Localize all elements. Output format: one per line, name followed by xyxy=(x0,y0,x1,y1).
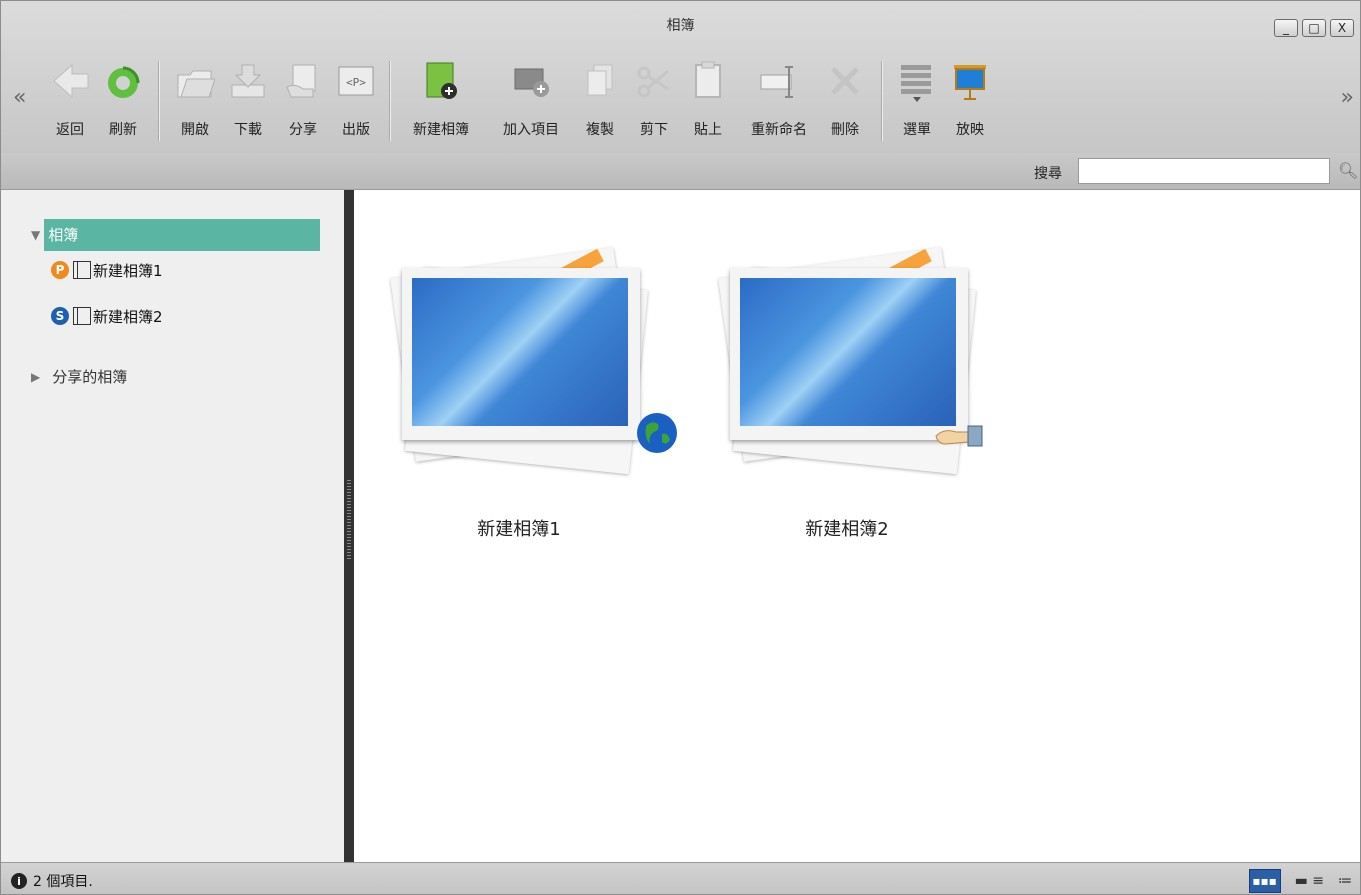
new-album-label: 新建相簿 xyxy=(413,122,469,138)
globe-icon xyxy=(636,412,678,458)
pane-splitter[interactable] xyxy=(344,190,354,862)
splitter-grip[interactable] xyxy=(347,480,351,560)
new-album-icon xyxy=(421,59,461,103)
view-switcher: ▪▪▪ ▬ ≡ ≔ xyxy=(1248,869,1352,893)
expand-right-icon[interactable]: ▶ xyxy=(31,370,40,384)
window-title: 相簿 xyxy=(666,18,695,34)
paste-icon xyxy=(688,59,728,103)
close-button[interactable]: X xyxy=(1330,19,1354,37)
slideshow-icon xyxy=(950,59,990,103)
refresh-icon xyxy=(103,59,143,103)
delete-button[interactable]: 刪除 xyxy=(818,59,872,145)
refresh-label: 刷新 xyxy=(109,122,137,138)
copy-icon xyxy=(580,59,620,103)
status-info: i 2 個項目. xyxy=(11,871,93,891)
grid-view-icon[interactable]: ▪▪▪ xyxy=(1248,869,1281,893)
album-tile-2[interactable]: 新建相簿2 xyxy=(712,240,984,540)
paste-button[interactable]: 貼上 xyxy=(681,59,735,145)
tree-item-album-2[interactable]: S 新建相簿2 xyxy=(51,302,163,330)
paste-label: 貼上 xyxy=(694,122,722,138)
minimize-button[interactable]: _ xyxy=(1274,19,1298,37)
shared-badge-icon: S xyxy=(51,307,69,325)
public-badge-icon: P xyxy=(51,261,69,279)
album-cover xyxy=(402,268,640,440)
album-tree: ▼ 相簿 P 新建相簿1 S 新建相簿2 ▶ 分享的相簿 xyxy=(1,190,344,862)
search-icon[interactable]: 🔍︎ xyxy=(1338,161,1358,180)
album-cover xyxy=(730,268,968,440)
tree-shared-label: 分享的相簿 xyxy=(52,368,128,386)
cut-icon xyxy=(634,59,674,103)
detail-view-icon[interactable]: ▬ ≡ xyxy=(1295,873,1324,889)
album-icon xyxy=(73,307,91,325)
album-name: 新建相簿2 xyxy=(805,519,889,540)
download-icon xyxy=(228,59,268,103)
share-icon xyxy=(283,59,323,103)
album-grid: 新建相簿1 新建相簿2 xyxy=(354,190,1360,862)
toolbar-scroll-left[interactable]: « xyxy=(13,85,26,110)
delete-icon xyxy=(825,59,865,103)
hand-share-icon xyxy=(934,418,984,452)
album-icon xyxy=(73,261,91,279)
add-item-icon xyxy=(511,59,551,103)
back-arrow-icon xyxy=(50,59,90,103)
publish-button[interactable]: <P> 出版 xyxy=(329,59,383,145)
slideshow-label: 放映 xyxy=(956,122,984,138)
album-cover-image xyxy=(740,278,956,426)
open-folder-icon xyxy=(175,59,216,103)
add-item-button[interactable]: 加入項目 xyxy=(503,59,559,145)
delete-label: 刪除 xyxy=(831,122,859,138)
publish-icon: <P> xyxy=(336,59,376,103)
toolbar-separator xyxy=(389,61,391,141)
tree-item-album-1[interactable]: P 新建相簿1 xyxy=(51,256,163,284)
rename-button[interactable]: 重新命名 xyxy=(751,59,807,145)
toolbar-scroll-right[interactable]: » xyxy=(1341,85,1354,110)
search-input[interactable] xyxy=(1078,158,1330,184)
maximize-button[interactable]: □ xyxy=(1302,19,1326,37)
list-view-icon[interactable]: ≔ xyxy=(1338,873,1352,889)
album-window: 相簿 _ □ X « » 返回 刷新 開啟 下載 分享 <P> 出版 新建相簿 … xyxy=(0,0,1361,895)
toolbar-area: 相簿 _ □ X « » 返回 刷新 開啟 下載 分享 <P> 出版 新建相簿 … xyxy=(1,1,1360,154)
album-tile-1[interactable]: 新建相簿1 xyxy=(384,240,677,540)
slideshow-button[interactable]: 放映 xyxy=(943,59,997,145)
status-bar: i 2 個項目. ▪▪▪ ▬ ≡ ≔ xyxy=(1,862,1360,894)
album-cover-image xyxy=(412,278,628,426)
svg-text:<P>: <P> xyxy=(346,76,366,89)
add-item-label: 加入項目 xyxy=(503,122,559,138)
new-album-button[interactable]: 新建相簿 xyxy=(413,59,469,145)
info-icon: i xyxy=(11,873,27,889)
menu-icon xyxy=(897,59,937,103)
tree-item-label: 新建相簿1 xyxy=(93,261,163,280)
window-controls: _ □ X xyxy=(1274,19,1354,37)
status-text: 2 個項目. xyxy=(33,874,93,890)
search-label: 搜尋 xyxy=(1034,166,1062,182)
publish-label: 出版 xyxy=(342,122,370,138)
album-name: 新建相簿1 xyxy=(477,519,561,540)
tree-root-albums[interactable]: ▼ 相簿 xyxy=(31,219,321,251)
search-bar: 搜尋 🔍︎ xyxy=(1,153,1360,190)
rename-label: 重新命名 xyxy=(751,122,807,138)
refresh-button[interactable]: 刷新 xyxy=(96,59,150,145)
rename-icon xyxy=(759,59,799,103)
expand-down-icon[interactable]: ▼ xyxy=(31,228,40,242)
tree-root-label: 相簿 xyxy=(44,219,321,251)
tree-item-label: 新建相簿2 xyxy=(93,307,163,326)
tree-root-shared[interactable]: ▶ 分享的相簿 xyxy=(31,366,127,387)
